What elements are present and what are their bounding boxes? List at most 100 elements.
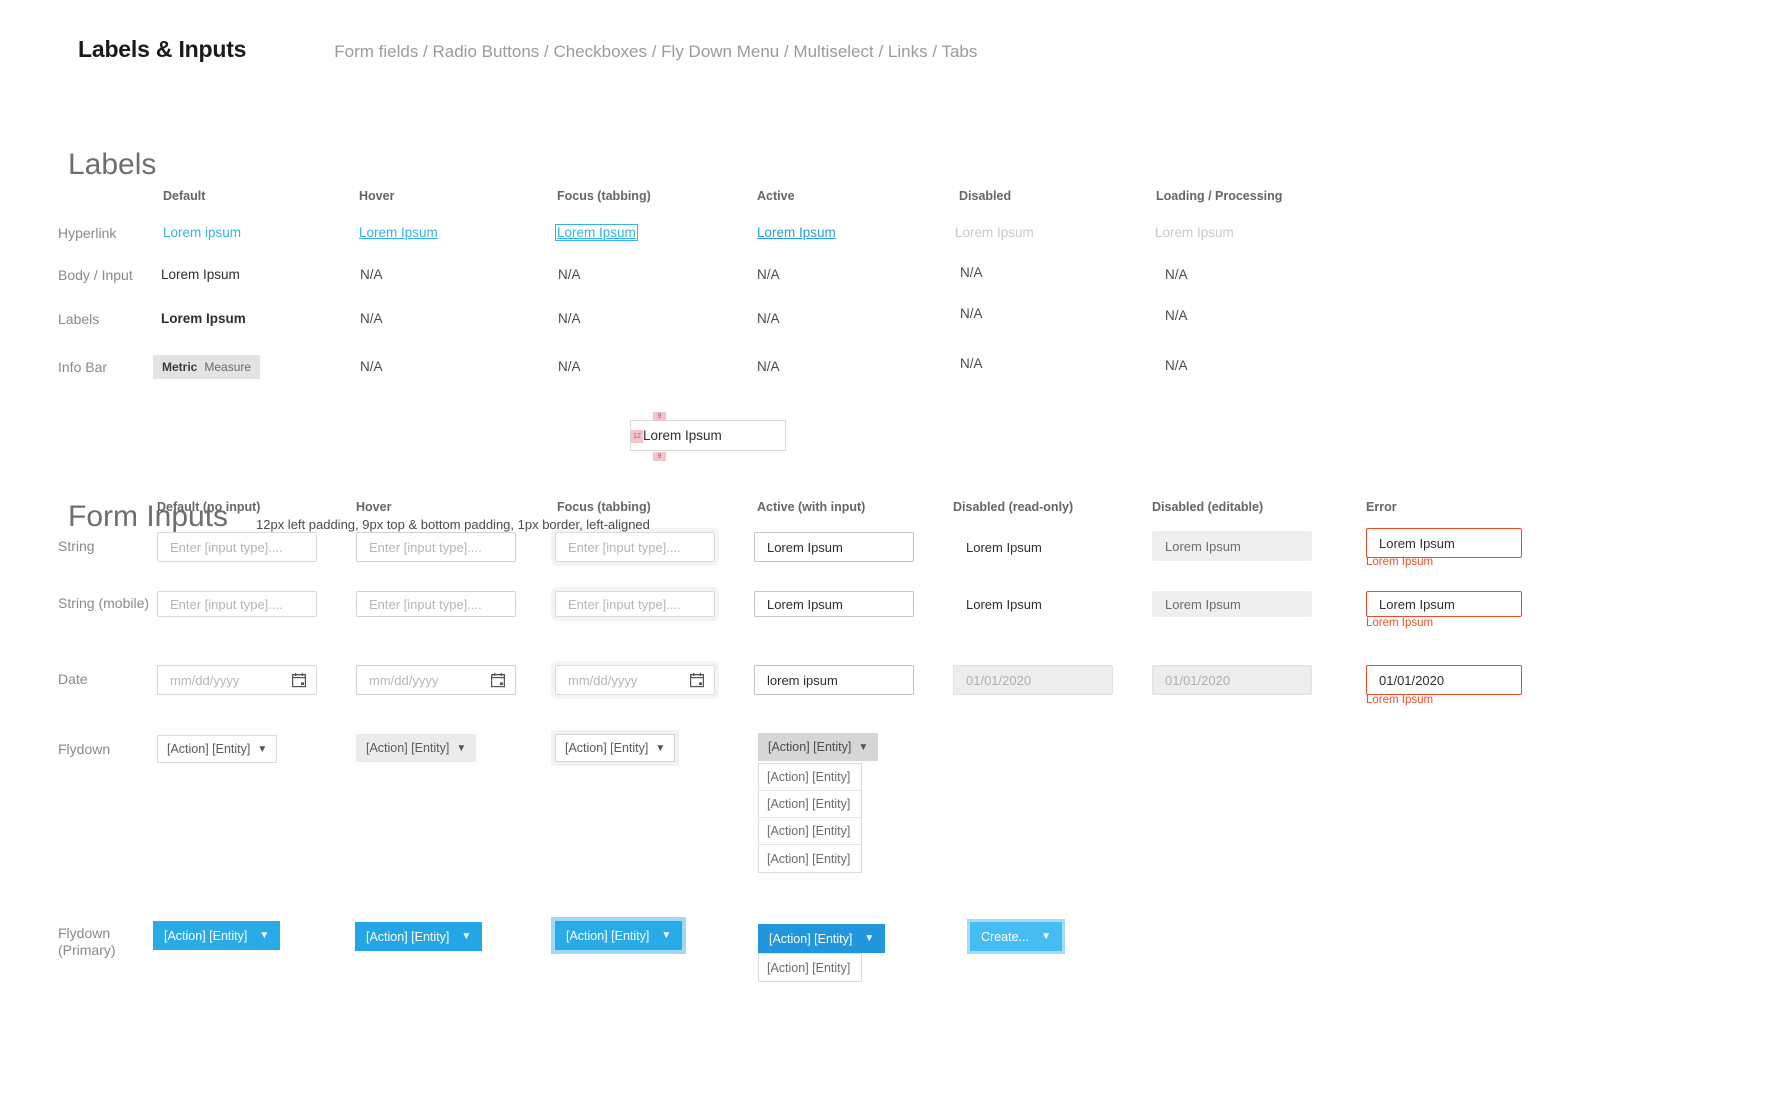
string-mobile-input-default[interactable]: Enter [input type]....: [157, 591, 317, 617]
forms-column-header-default: Default (no input): [157, 500, 261, 514]
string-input-hover-placeholder: Enter [input type]....: [369, 539, 482, 555]
labels-active: N/A: [757, 311, 780, 326]
body-input-active: N/A: [757, 267, 780, 282]
chevron-down-icon: ▼: [259, 930, 270, 941]
labels-row-label-hyperlink: Hyperlink: [58, 225, 117, 241]
flydown-primary-hover-button[interactable]: [Action] [Entity] ▼: [355, 922, 483, 951]
flydown-primary-focus-button[interactable]: [Action] [Entity] ▼: [555, 921, 683, 950]
labels-column-header-disabled: Disabled: [959, 189, 1012, 203]
body-input-disabled: N/A: [960, 265, 983, 280]
forms-row-label-flydown-primary-line2: (Primary): [58, 942, 116, 959]
string-mobile-input-active[interactable]: Lorem Ipsum: [754, 591, 914, 617]
forms-column-header-disabled-editable: Disabled (editable): [1152, 500, 1264, 514]
flydown-primary-default-button[interactable]: [Action] [Entity] ▼: [153, 921, 281, 950]
string-input-active[interactable]: Lorem Ipsum: [754, 532, 914, 562]
flydown-menu-item[interactable]: [Action] [Entity]: [759, 764, 861, 791]
forms-column-header-disabled-readonly: Disabled (read-only): [953, 500, 1074, 514]
hyperlink-hover[interactable]: Lorem Ipsum: [359, 225, 438, 240]
string-input-default-placeholder: Enter [input type]....: [170, 539, 283, 555]
calendar-icon[interactable]: [690, 672, 704, 688]
string-input-hover[interactable]: Enter [input type]....: [356, 532, 516, 562]
info-bar-active: N/A: [757, 359, 780, 374]
string-mobile-input-error-value: Lorem Ipsum: [1379, 596, 1455, 612]
forms-row-label-flydown: Flydown: [58, 741, 111, 757]
string-mobile-input-error[interactable]: Lorem Ipsum: [1366, 591, 1522, 617]
flydown-hover-label: [Action] [Entity]: [366, 741, 450, 755]
string-mobile-input-focus[interactable]: Enter [input type]....: [555, 591, 715, 617]
info-bar-loading: N/A: [1165, 358, 1188, 373]
date-input-error[interactable]: 01/01/2020: [1366, 665, 1522, 695]
date-input-active[interactable]: lorem ipsum: [754, 665, 914, 695]
date-input-focus[interactable]: mm/dd/yyyy: [555, 665, 715, 695]
chevron-down-icon: ▼: [661, 930, 672, 941]
chevron-down-icon: ▼: [655, 742, 666, 754]
forms-row-label-string-mobile: String (mobile): [58, 595, 150, 611]
chevron-down-icon: ▼: [864, 933, 875, 944]
date-input-readonly: 01/01/2020: [953, 665, 1113, 695]
flydown-menu-item[interactable]: [Action] [Entity]: [759, 845, 861, 872]
calendar-icon[interactable]: [491, 672, 505, 688]
forms-row-label-date: Date: [58, 671, 88, 687]
labels-row-label-body-input: Body / Input: [58, 267, 133, 283]
flydown-primary-hover-label: [Action] [Entity]: [366, 929, 450, 944]
flydown-active-button[interactable]: [Action] [Entity] ▼: [758, 733, 879, 761]
labels-loading: N/A: [1165, 308, 1188, 323]
string-mobile-input-disabled-value: Lorem Ipsum: [1165, 596, 1241, 612]
flydown-menu-item[interactable]: [Action] [Entity]: [759, 791, 861, 818]
date-input-disabled: 01/01/2020: [1152, 665, 1312, 695]
calendar-icon[interactable]: [292, 672, 306, 688]
string-mobile-input-readonly-value: Lorem Ipsum: [966, 596, 1042, 612]
breadcrumb: Form fields / Radio Buttons / Checkboxes…: [334, 42, 978, 61]
chevron-down-icon: ▼: [858, 741, 869, 753]
hyperlink-active[interactable]: Lorem Ipsum: [757, 225, 836, 240]
flydown-default-label: [Action] [Entity]: [167, 742, 251, 756]
string-input-default[interactable]: Enter [input type]....: [157, 532, 317, 562]
string-input-focus-placeholder: Enter [input type]....: [568, 539, 681, 555]
string-mobile-input-hover[interactable]: Enter [input type]....: [356, 591, 516, 617]
labels-default: Lorem Ipsum: [161, 311, 246, 326]
form-inputs-note: 12px left padding, 9px top & bottom padd…: [256, 517, 650, 532]
forms-column-header-focus: Focus (tabbing): [557, 500, 651, 514]
date-input-hover[interactable]: mm/dd/yyyy: [356, 665, 516, 695]
create-button[interactable]: Create... ▼: [970, 922, 1062, 951]
padding-demo-value: Lorem Ipsum: [643, 428, 722, 443]
date-input-disabled-value: 01/01/2020: [1165, 672, 1231, 688]
flydown-default-button[interactable]: [Action] [Entity] ▼: [157, 735, 278, 763]
string-input-active-value: Lorem Ipsum: [767, 539, 843, 555]
labels-row-label-labels: Labels: [58, 311, 100, 327]
forms-column-header-active: Active (with input): [757, 500, 866, 514]
string-mobile-input-active-value: Lorem Ipsum: [767, 596, 843, 612]
flydown-hover-button[interactable]: [Action] [Entity] ▼: [356, 734, 477, 762]
padding-tag-bottom: 9: [653, 452, 666, 461]
date-input-default[interactable]: mm/dd/yyyy: [157, 665, 317, 695]
hyperlink-disabled: Lorem Ipsum: [955, 225, 1034, 240]
padding-tag-left: 12: [631, 430, 643, 443]
string-input-error-message: Lorem Ipsum: [1366, 556, 1434, 568]
flydown-focus-label: [Action] [Entity]: [565, 741, 649, 755]
flydown-menu-item[interactable]: [Action] [Entity]: [759, 818, 861, 845]
flydown-primary-active-label: [Action] [Entity]: [769, 931, 853, 946]
forms-row-label-flydown-primary-line1: Flydown: [58, 925, 111, 941]
hyperlink-focus[interactable]: Lorem Ipsum: [555, 224, 638, 241]
string-mobile-input-error-message: Lorem Ipsum: [1366, 617, 1434, 629]
flydown-focus-button[interactable]: [Action] [Entity] ▼: [555, 734, 676, 762]
string-input-error[interactable]: Lorem Ipsum: [1366, 528, 1522, 558]
labels-column-header-default: Default: [163, 189, 206, 203]
page-title: Labels & Inputs: [78, 36, 247, 62]
date-input-hover-placeholder: mm/dd/yyyy: [369, 672, 439, 688]
date-input-readonly-value: 01/01/2020: [966, 672, 1032, 688]
string-mobile-input-disabled: Lorem Ipsum: [1152, 591, 1312, 617]
flydown-primary-menu-item[interactable]: [Action] [Entity]: [759, 954, 861, 981]
forms-column-header-error: Error: [1366, 500, 1397, 514]
flydown-primary-active-button[interactable]: [Action] [Entity] ▼: [758, 924, 886, 953]
date-input-error-message: Lorem Ipsum: [1366, 694, 1434, 706]
string-input-error-value: Lorem Ipsum: [1379, 535, 1455, 551]
string-input-focus[interactable]: Enter [input type]....: [555, 532, 715, 562]
hyperlink-default[interactable]: Lorem ipsum: [163, 225, 241, 240]
string-mobile-input-default-placeholder: Enter [input type]....: [170, 596, 283, 612]
date-input-active-value: lorem ipsum: [767, 672, 838, 688]
info-bar-metric: Metric: [162, 360, 198, 374]
info-bar-focus: N/A: [558, 359, 581, 374]
labels-row-label-info-bar: Info Bar: [58, 359, 108, 375]
flydown-primary-focus-label: [Action] [Entity]: [566, 928, 650, 943]
